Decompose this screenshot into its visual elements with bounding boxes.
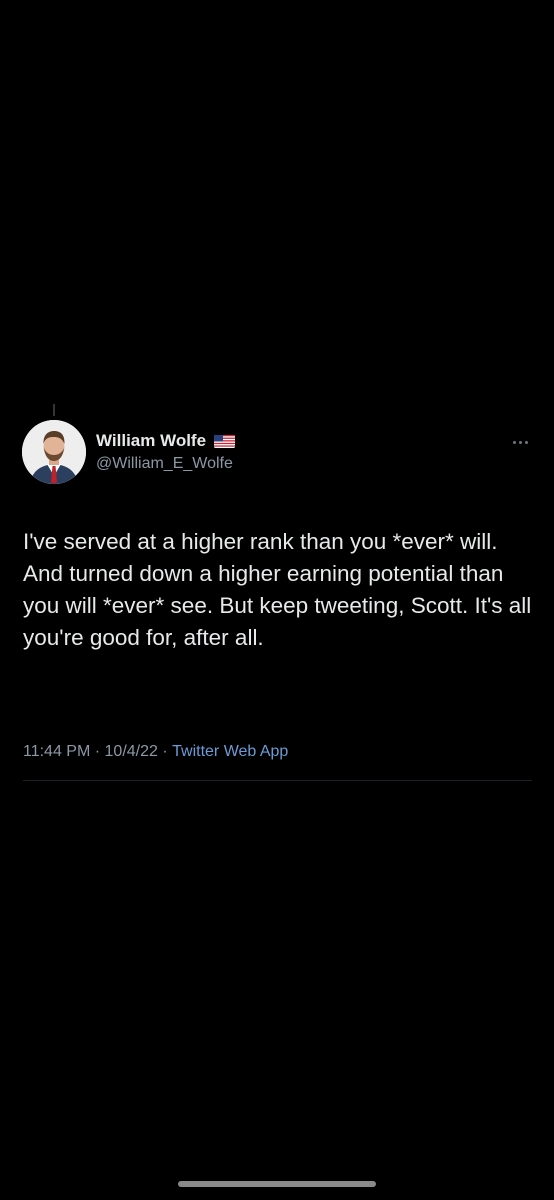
author-info[interactable]: William Wolfe @William_E_Wolfe (96, 430, 236, 473)
home-indicator[interactable] (178, 1181, 376, 1187)
tweet-time[interactable]: 11:44 PM (23, 743, 90, 761)
meta-separator: · (90, 743, 105, 760)
author-avatar[interactable] (22, 420, 86, 484)
tweet-source-link[interactable]: Twitter Web App (172, 743, 288, 761)
tweet-date[interactable]: 10/4/22 (105, 743, 158, 761)
meta-separator: · (157, 743, 173, 760)
more-options-icon[interactable] (506, 432, 534, 452)
thread-connector-line (53, 404, 55, 416)
divider (23, 780, 532, 781)
avatar-photo (22, 420, 86, 484)
us-flag-icon (214, 434, 236, 448)
author-handle[interactable]: @William_E_Wolfe (96, 455, 235, 473)
author-display-name[interactable]: William Wolfe (96, 431, 206, 451)
tweet-text: I've served at a higher rank than you *e… (23, 529, 532, 650)
tweet-metadata: 11:44 PM · 10/4/22 · Twitter Web App (23, 743, 288, 761)
